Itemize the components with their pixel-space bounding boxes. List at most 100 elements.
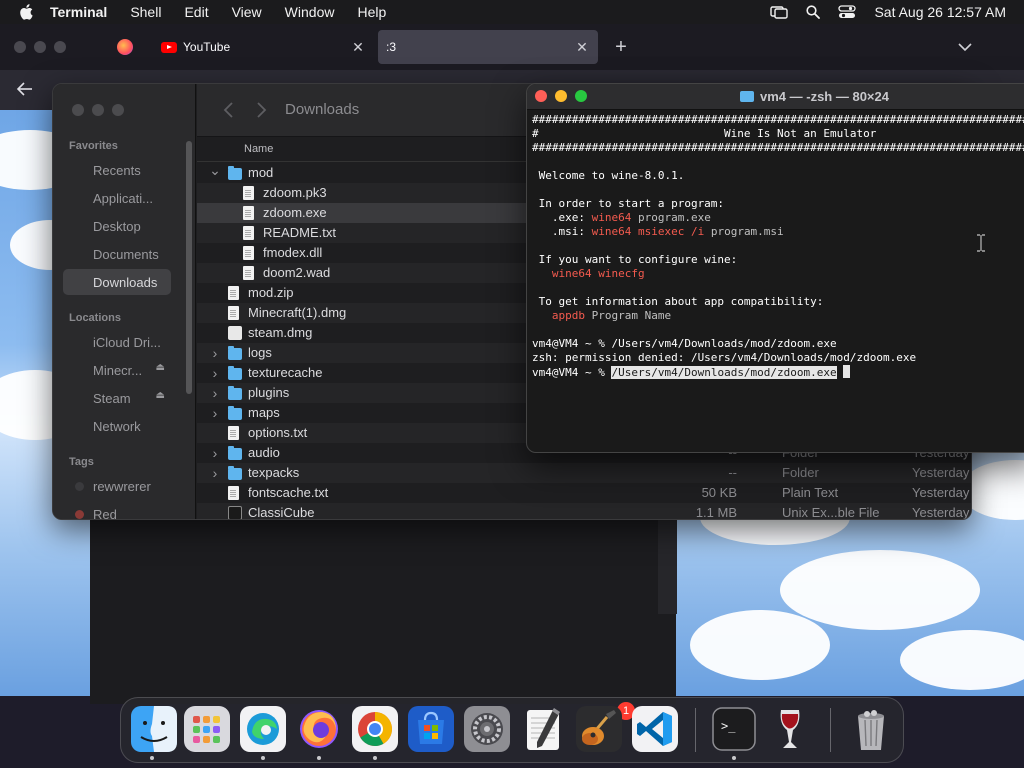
menu-shell[interactable]: Shell (130, 4, 161, 20)
back-chevron-icon[interactable] (221, 101, 237, 119)
sidebar-item-desktop[interactable]: Desktop (63, 213, 171, 239)
sidebar-item-steam-volume[interactable]: Steam ⏏ (63, 385, 171, 411)
sidebar-item-icloud-drive[interactable]: iCloud Dri... (63, 329, 171, 355)
file-name: steam.dmg (248, 325, 313, 340)
firefox-view-icon[interactable] (117, 39, 133, 55)
folder-icon (228, 386, 242, 400)
menu-view[interactable]: View (232, 4, 262, 20)
control-center-icon[interactable] (836, 1, 858, 23)
sidebar-item-minecraft-volume[interactable]: Minecr... ⏏ (63, 357, 171, 383)
launchpad-icon[interactable] (184, 706, 230, 752)
sidebar-item-recents[interactable]: Recents (63, 157, 171, 183)
zoom-window-button[interactable] (112, 104, 124, 116)
eject-icon[interactable]: ⏏ (156, 362, 165, 373)
sidebar-tag-rewwrerer[interactable]: rewwrerer (63, 473, 171, 499)
sidebar-item-network[interactable]: Network (63, 413, 171, 439)
back-arrow-icon[interactable] (14, 78, 36, 100)
running-indicator (317, 756, 321, 760)
sidebar-item-documents[interactable]: Documents (63, 241, 171, 267)
file-size: 1.1 MB (695, 505, 737, 520)
close-window-button[interactable] (72, 104, 84, 116)
folder-icon (228, 406, 242, 420)
new-tab-plus-icon[interactable]: + (610, 36, 632, 58)
spotlight-search-icon[interactable] (802, 1, 824, 23)
trash-icon[interactable] (848, 706, 894, 752)
disclosure-closed-icon[interactable]: › (209, 464, 221, 482)
zoom-window-button[interactable] (575, 90, 587, 102)
terminal-line: .msi: wine64 msiexec /i program.msi (532, 225, 1024, 239)
forward-chevron-icon[interactable] (253, 101, 269, 119)
menu-edit[interactable]: Edit (184, 4, 208, 20)
disclosure-closed-icon[interactable]: › (209, 444, 221, 462)
terminal-text: program.msi (704, 225, 784, 238)
sidebar-item-applications[interactable]: Applicati... (63, 185, 171, 211)
file-name: Minecraft(1).dmg (248, 305, 347, 320)
garageband-icon[interactable] (576, 706, 622, 752)
document-icon (228, 486, 239, 500)
menu-help[interactable]: Help (357, 4, 386, 20)
executable-icon (228, 506, 242, 519)
terminal-icon[interactable]: >_ (711, 706, 757, 752)
terminal-text: program.exe (631, 211, 711, 224)
textedit-icon[interactable] (520, 706, 566, 752)
text-cursor-ibeam-icon (975, 234, 987, 252)
tab-youtube[interactable]: YouTube ✕ (152, 30, 374, 64)
list-all-tabs-chevron-icon[interactable] (954, 36, 976, 58)
chrome-icon[interactable] (352, 706, 398, 752)
close-tab-icon[interactable]: ✕ (348, 39, 368, 56)
wine-icon[interactable] (767, 706, 813, 752)
microsoft-store-icon[interactable] (408, 706, 454, 752)
terminal-text: /Users/vm4/Downloads/mod/zdoom.exe (611, 366, 837, 379)
cloud (690, 610, 830, 680)
terminal-text: zsh: permission denied: /Users/vm4/Downl… (532, 351, 917, 364)
column-header-name[interactable]: Name (244, 143, 273, 155)
menu-window[interactable]: Window (285, 4, 335, 20)
menu-app-terminal[interactable]: Terminal (50, 4, 107, 20)
screen-mirroring-icon[interactable] (768, 1, 790, 23)
youtube-icon (161, 41, 177, 53)
disclosure-open-icon[interactable]: ⌄ (209, 163, 221, 182)
apple-menu-icon[interactable] (16, 2, 36, 22)
sidebar-item-label: Minecr... (93, 362, 143, 378)
finder-icon[interactable] (131, 706, 177, 752)
system-settings-icon[interactable] (464, 706, 510, 752)
menubar-clock[interactable]: Sat Aug 26 12:57 AM (874, 4, 1006, 20)
zoom-window-button[interactable] (54, 41, 66, 53)
terminal-text: To get information about app compatibili… (532, 295, 824, 308)
folder-icon (228, 366, 242, 380)
edge-icon[interactable] (240, 706, 286, 752)
close-window-button[interactable] (14, 41, 26, 53)
terminal-output[interactable]: ########################################… (532, 113, 1024, 452)
tab-active[interactable]: :3 ✕ (378, 30, 598, 64)
minimize-window-button[interactable] (92, 104, 104, 116)
sidebar-tag-red[interactable]: Red (63, 501, 171, 519)
terminal-text: In order to start a program: (532, 197, 725, 210)
folder-row[interactable]: › texpacks -- Folder Yesterday at 10:09 PM (197, 463, 971, 483)
disk-image-icon (228, 326, 242, 340)
file-row[interactable]: fontscache.txt 50 KB Plain Text Yesterday a… (197, 483, 971, 503)
eject-icon[interactable]: ⏏ (156, 390, 165, 401)
file-size: -- (728, 465, 737, 480)
sidebar-item-label: Steam (93, 390, 131, 406)
disclosure-closed-icon[interactable]: › (209, 344, 221, 362)
terminal-line: appdb Program Name (532, 309, 1024, 323)
sidebar-item-downloads[interactable]: Downloads (63, 269, 171, 295)
minimize-window-button[interactable] (555, 90, 567, 102)
disclosure-closed-icon[interactable]: › (209, 384, 221, 402)
vscode-icon[interactable] (632, 706, 678, 752)
dock-separator (830, 708, 831, 752)
sidebar-scrollbar[interactable] (186, 141, 192, 394)
file-row[interactable]: ClassiCube 1.1 MB Unix Ex...ble File Yester… (197, 503, 971, 520)
minimize-window-button[interactable] (34, 41, 46, 53)
disclosure-closed-icon[interactable]: › (209, 364, 221, 382)
tab-strip: YouTube ✕ :3 ✕ + (0, 24, 1024, 70)
terminal-text: Welcome to wine-8.0.1. (532, 169, 685, 182)
firefox-icon[interactable] (296, 706, 342, 752)
file-name: mod.zip (248, 285, 294, 300)
close-window-button[interactable] (535, 90, 547, 102)
close-tab-icon[interactable]: ✕ (572, 39, 592, 56)
disclosure-closed-icon[interactable]: › (209, 404, 221, 422)
terminal-text: wine64 msiexec /i (591, 225, 705, 238)
running-indicator (732, 756, 736, 760)
